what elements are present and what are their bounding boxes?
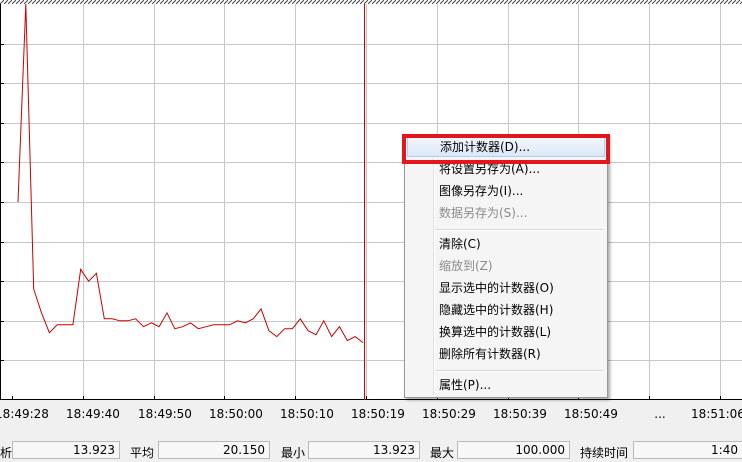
- x-tick-label: 18:50:00: [209, 407, 263, 421]
- minimum-value: 13.923: [308, 441, 420, 459]
- duration-value: 1:40: [633, 441, 742, 459]
- menu-item[interactable]: 将设置另存为(A)...: [405, 159, 607, 179]
- x-tick-label: 18:51:06: [691, 407, 742, 421]
- menu-item[interactable]: 删除所有计数器(R): [405, 344, 607, 364]
- x-tick-label: 18:49:40: [66, 407, 120, 421]
- graph-canvas[interactable]: [0, 0, 742, 400]
- menu-separator: [435, 229, 603, 231]
- menu-item[interactable]: 添加计数器(D)...: [407, 137, 605, 157]
- average-label: 平均: [130, 446, 155, 460]
- menu-item: 缩放到(Z): [439, 259, 493, 273]
- x-tick-label: 18:50:49: [564, 407, 618, 421]
- maximum-value: 100.000: [457, 441, 570, 459]
- menu-separator: [435, 370, 603, 372]
- plot-background: [0, 0, 742, 400]
- x-tick-label: 18:50:39: [493, 407, 547, 421]
- last-value: 13.923: [12, 441, 120, 459]
- menu-item[interactable]: 显示选中的计数器(O): [405, 278, 607, 298]
- menu-item[interactable]: 图像另存为(I)...: [405, 181, 607, 201]
- menu-item[interactable]: 属性(P)...: [405, 375, 607, 395]
- menu-item[interactable]: 换算选中的计数器(L): [405, 322, 607, 342]
- menu-item[interactable]: 隐藏选中的计数器(H): [405, 300, 607, 320]
- x-tick-label: 18:49:50: [138, 407, 192, 421]
- x-tick-label: ...: [654, 407, 666, 421]
- x-tick-label: 18:50:19: [351, 407, 405, 421]
- context-menu[interactable]: 添加计数器(D)... 将设置另存为(A)... 图像另存为(I)... 数据另存为(…: [404, 134, 608, 398]
- menu-item: 数据另存为(S)...: [439, 206, 528, 220]
- x-tick-label: 18:49:28: [0, 407, 49, 421]
- status-bar: 析 13.923 平均 20.150 最小 13.923 最大 100.000 …: [0, 438, 742, 462]
- maximum-label: 最大: [430, 446, 455, 460]
- minimum-label: 最小: [281, 446, 306, 460]
- menu-item[interactable]: 清除(C): [405, 234, 607, 254]
- average-value: 20.150: [158, 441, 270, 459]
- x-tick-label: 18:50:10: [280, 407, 334, 421]
- last-label: 析: [0, 446, 13, 460]
- plot-top-band: [0, 0, 742, 4]
- duration-label: 持续时间: [580, 446, 629, 460]
- performance-graph[interactable]: [0, 0, 742, 400]
- x-tick-label: 18:50:29: [422, 407, 476, 421]
